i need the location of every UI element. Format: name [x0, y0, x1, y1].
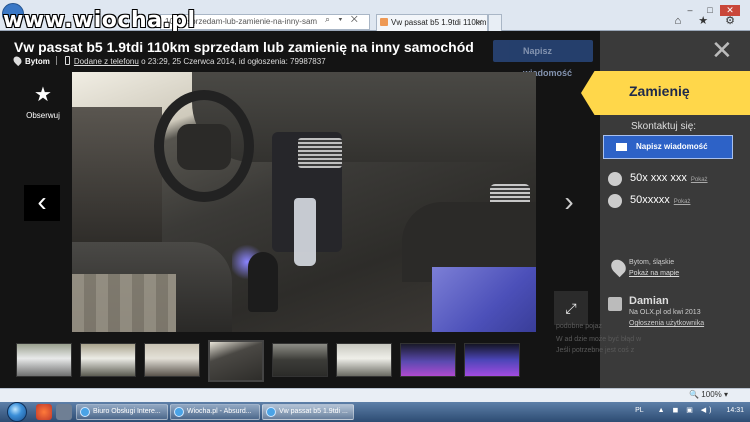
swap-label: Zamienię [629, 83, 690, 99]
photo-region [177, 124, 231, 170]
gallery-overlay: Napisz wiadomość ✕ Vw passat b5 1.9tdi 1… [0, 31, 750, 388]
taskbar-item-label: Biuro Obsługi Intere... [93, 408, 161, 415]
photo-region [72, 107, 162, 252]
background-text: W ad dzie może być błąd w [556, 336, 642, 343]
tab-favicon-icon [380, 18, 388, 26]
meta-divider [55, 56, 57, 65]
observe-button[interactable]: ★ Obserwuj [22, 85, 64, 120]
thumbnail[interactable] [80, 343, 136, 377]
phone-icon [608, 172, 622, 186]
browser-status-bar: 🔍 100% ▾ [0, 388, 750, 402]
system-tray: PL ▲ ◼ ▣ ◀) 14:31 [635, 406, 744, 414]
background-text: Jeśli potrzebne jest coś z [556, 347, 635, 354]
thumbnail-active[interactable] [208, 340, 264, 382]
watermark: www.wiocha.pl [3, 8, 196, 33]
user-ads-link[interactable]: Ogłoszenia użytkownika [629, 320, 704, 327]
skype-icon [608, 194, 622, 208]
location-pin-icon [11, 54, 24, 67]
phone-icon [64, 56, 70, 65]
ie-icon [80, 407, 90, 417]
prev-photo-button[interactable]: ‹ [24, 185, 60, 221]
thumbnail[interactable] [336, 343, 392, 377]
fullscreen-icon[interactable]: ⤢ [554, 291, 588, 325]
taskbar-item-label: Vw passat b5 1.9tdi ... [279, 408, 348, 415]
photo-region [294, 198, 316, 266]
listing-date: o 23:29, 25 Czerwca 2014, id ogłoszenia:… [141, 57, 326, 66]
tray-icons[interactable]: ▲ ◼ ▣ ◀) [658, 407, 715, 414]
user-since: Na OLX.pl od kwi 2013 [629, 309, 701, 316]
background-send-button: Napisz wiadomość [493, 40, 593, 78]
star-icon: ★ [34, 84, 52, 106]
opera-icon[interactable] [36, 404, 52, 420]
skype-number: 50xxxxx [630, 194, 670, 206]
location-block: Bytom, śląskie Pokaż na mapie [629, 257, 679, 279]
user-name: Damian [629, 295, 669, 307]
address-bar-icons[interactable]: ⌕ ▾ ✕ [325, 14, 361, 25]
media-player-icon[interactable] [56, 404, 72, 420]
main-photo[interactable] [72, 72, 536, 332]
photo-region [298, 138, 342, 168]
show-phone-link[interactable]: Pokaż [691, 177, 708, 183]
ie-icon [174, 407, 184, 417]
added-via[interactable]: Dodane z telefonu [74, 57, 139, 66]
new-tab-button[interactable] [488, 14, 502, 31]
tab-passat[interactable]: Vw passat b5 1.9tdi 110km s... ✕ [376, 14, 488, 31]
swap-badge: Zamienię [581, 71, 750, 115]
close-gallery-icon[interactable]: ✕ [711, 37, 733, 63]
send-message-label: Napisz wiadomość [636, 142, 708, 151]
taskbar-item-label: Wiocha.pl - Absurd... [187, 408, 252, 415]
tab-label: Vw passat b5 1.9tdi 110km s... [391, 18, 487, 27]
thumbnail-strip [0, 340, 540, 388]
location-line: Bytom, śląskie [629, 259, 675, 266]
zoom-control[interactable]: 🔍 100% ▾ [689, 390, 728, 399]
thumbnail[interactable] [144, 343, 200, 377]
start-button[interactable] [4, 402, 30, 422]
taskbar-item-biuro[interactable]: Biuro Obsługi Intere... [76, 404, 168, 420]
thumbnail[interactable] [400, 343, 456, 377]
show-skype-link[interactable]: Pokaż [674, 199, 691, 205]
language-indicator[interactable]: PL [635, 407, 644, 414]
taskbar: Biuro Obsługi Intere... Wiocha.pl - Absu… [0, 402, 750, 422]
thumbnail[interactable] [464, 343, 520, 377]
listing-meta: Bytom Dodane z telefonu o 23:29, 25 Czerw… [11, 54, 326, 67]
background-text: podobne pojaz [556, 323, 602, 330]
show-map-link[interactable]: Pokaż na mapie [629, 270, 679, 277]
send-message-button[interactable]: Napisz wiadomość [603, 135, 733, 159]
window-buttons: – □ ✕ [680, 0, 750, 16]
taskbar-item-passat[interactable]: Vw passat b5 1.9tdi ... [262, 404, 354, 420]
phone-number: 50x xxx xxx [630, 172, 687, 184]
envelope-icon [616, 143, 627, 151]
pixelated-region [72, 274, 176, 332]
observe-label: Obserwuj [26, 111, 60, 120]
contact-label: Skontaktuj się: [631, 121, 697, 132]
next-photo-button[interactable]: › [554, 185, 584, 221]
tab-close-icon[interactable]: ✕ [476, 15, 483, 30]
clock[interactable]: 14:31 [726, 407, 744, 414]
listing-location: Bytom [25, 57, 50, 66]
ie-icon [266, 407, 276, 417]
windows-orb-icon [7, 402, 27, 422]
thumbnail[interactable] [16, 343, 72, 377]
window-close-button[interactable]: ✕ [720, 5, 740, 16]
maximize-button[interactable]: □ [700, 5, 720, 16]
user-avatar-icon [608, 297, 622, 311]
listing-title: Vw passat b5 1.9tdi 110km sprzedam lub z… [14, 39, 474, 55]
taskbar-item-wiocha[interactable]: Wiocha.pl - Absurd... [170, 404, 260, 420]
photo-region [432, 267, 536, 332]
thumbnail[interactable] [272, 343, 328, 377]
minimize-button[interactable]: – [680, 5, 700, 16]
photo-region [248, 252, 278, 312]
